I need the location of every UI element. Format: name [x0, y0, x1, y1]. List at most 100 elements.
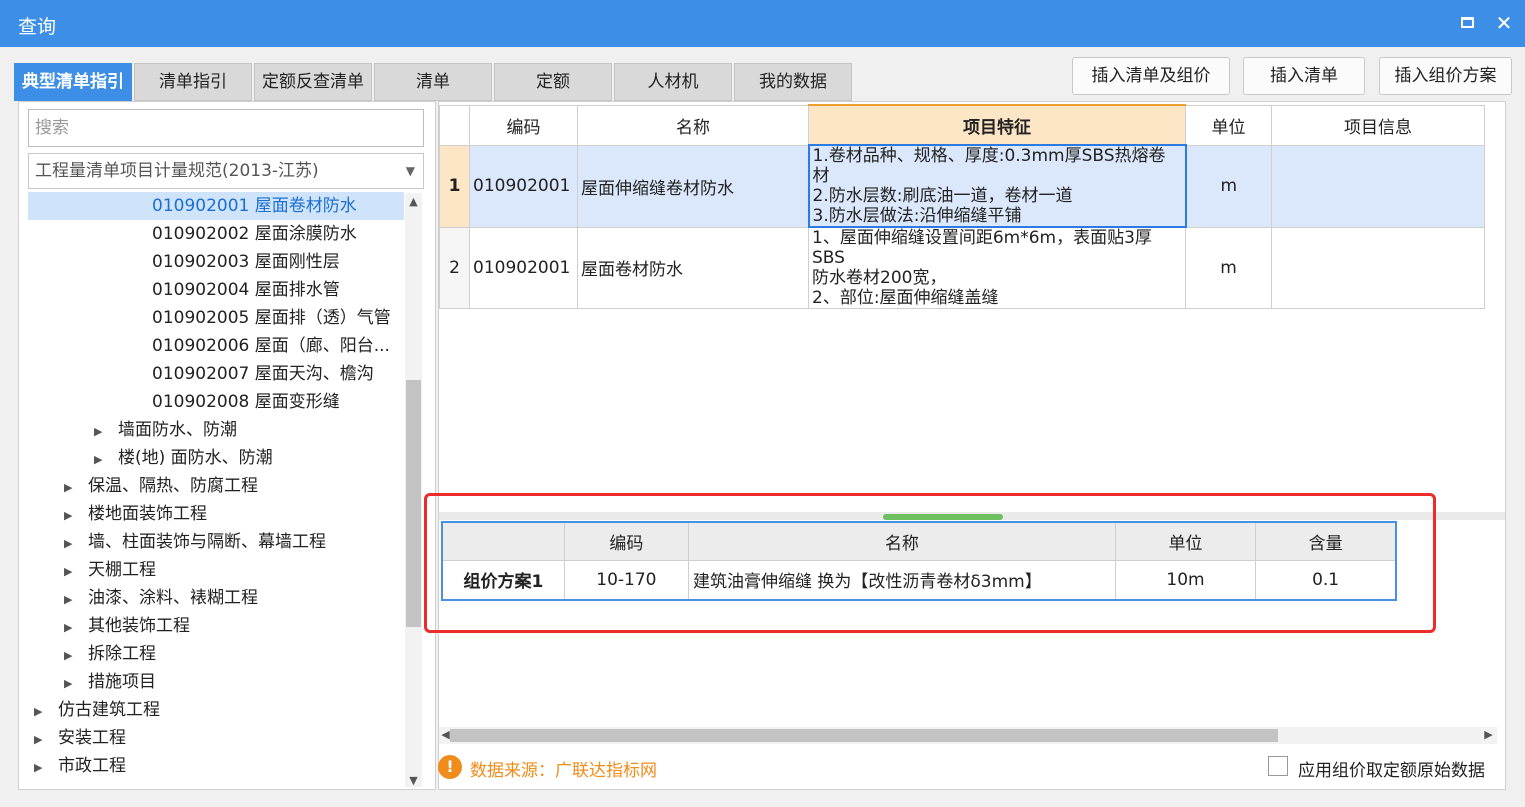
tree-item[interactable]: ▶ 安装工程 — [28, 724, 404, 752]
expand-arrow-icon[interactable]: ▶ — [64, 474, 78, 502]
cell-name[interactable]: 屋面伸缩缝卷材防水 — [577, 144, 809, 228]
tree-item[interactable]: 010902008 屋面变形缝 — [28, 388, 404, 416]
expand-arrow-icon[interactable]: ▶ — [64, 530, 78, 558]
tree-item-label: 楼(地) 面防水、防潮 — [118, 448, 273, 468]
tab-list-guide[interactable]: 清单指引 — [134, 63, 252, 101]
table-row[interactable]: 1 010902001 屋面伸缩缝卷材防水 1.卷材品种、规格、厚度:0.3mm… — [439, 144, 1485, 228]
expand-arrow-icon[interactable]: ▶ — [64, 586, 78, 614]
tree-item[interactable]: ▶ 天棚工程 — [28, 556, 404, 584]
cell-feature[interactable]: 1.卷材品种、规格、厚度:0.3mm厚SBS热熔卷材 2.防水层数:刷底油一道，… — [807, 144, 1187, 228]
insert-price-plan-button[interactable]: 插入组价方案 — [1379, 57, 1512, 95]
tab-quota[interactable]: 定额 — [494, 63, 612, 101]
tree-item[interactable]: 010902003 屋面刚性层 — [28, 248, 404, 276]
search-input[interactable] — [28, 109, 424, 147]
expand-arrow-icon[interactable]: ▶ — [64, 502, 78, 530]
tree-item[interactable]: ▶ 墙、柱面装饰与隔断、幕墙工程 — [28, 528, 404, 556]
tree-item[interactable]: 010902007 屋面天沟、檐沟 — [28, 360, 404, 388]
tree-item[interactable]: 010902006 屋面（廊、阳台... — [28, 332, 404, 360]
cell-info[interactable] — [1271, 226, 1485, 309]
insert-list-and-price-button[interactable]: 插入清单及组价 — [1072, 57, 1230, 95]
tree-item-label: 010902003 屋面刚性层 — [152, 252, 340, 272]
tab-my-data[interactable]: 我的数据 — [734, 63, 852, 101]
cell-name[interactable]: 屋面卷材防水 — [577, 226, 809, 309]
tree-item[interactable]: ▶ 措施项目 — [28, 668, 404, 696]
tree-item[interactable]: 010902004 屋面排水管 — [28, 276, 404, 304]
tab-labor-material-machine[interactable]: 人材机 — [614, 63, 732, 101]
scroll-right-icon[interactable]: ▶ — [1480, 728, 1497, 741]
tree-item[interactable]: ▶ 保温、隔热、防腐工程 — [28, 472, 404, 500]
header-name: 名称 — [577, 104, 809, 146]
header-code: 编码 — [469, 104, 578, 146]
tree-item[interactable]: ▶ 油漆、涂料、裱糊工程 — [28, 584, 404, 612]
category-tree: 010902001 屋面卷材防水 010902002 屋面涂膜防水 01090200… — [28, 192, 404, 780]
tree-item[interactable]: ▶ 楼(地) 面防水、防潮 — [28, 444, 404, 472]
expand-arrow-icon[interactable]: ▶ — [34, 698, 48, 726]
highlight-annotation — [424, 493, 1436, 633]
close-button[interactable]: ✕ — [1491, 10, 1517, 36]
tree-item[interactable]: ▶ 市政工程 — [28, 752, 404, 780]
expand-arrow-icon[interactable]: ▶ — [64, 614, 78, 642]
tree-item-label: 其他装饰工程 — [88, 616, 190, 636]
feature-line: 2.防水层数:刷底油一道，卷材一道 — [812, 186, 1073, 206]
cell-unit[interactable]: m — [1185, 226, 1272, 309]
tree-item-label: 安装工程 — [58, 728, 126, 748]
tree-item-label: 010902002 屋面涂膜防水 — [152, 224, 357, 244]
close-icon: ✕ — [1495, 11, 1513, 35]
tree-item[interactable]: 010902002 屋面涂膜防水 — [28, 220, 404, 248]
row-number: 1 — [439, 144, 470, 228]
tree-item-label: 010902007 屋面天沟、檐沟 — [152, 364, 374, 384]
feature-line: 防水卷材200宽， — [812, 268, 947, 288]
expand-arrow-icon[interactable]: ▶ — [34, 726, 48, 754]
tree-item[interactable]: ▶ 楼地面装饰工程 — [28, 500, 404, 528]
tree-item-label: 拆除工程 — [88, 644, 156, 664]
spec-select[interactable]: 工程量清单项目计量规范(2013-江苏) ▼ — [28, 153, 424, 189]
header-unit: 单位 — [1185, 104, 1272, 146]
feature-line: 1、屋面伸缩缝设置间距6m*6m，表面贴3厚SBS — [812, 228, 1152, 268]
horizontal-scrollbar-thumb[interactable] — [450, 729, 1278, 742]
info-icon: ! — [438, 755, 462, 779]
tree-item[interactable]: ▶ 其他装饰工程 — [28, 612, 404, 640]
maximize-icon — [1461, 17, 1474, 28]
insert-list-button[interactable]: 插入清单 — [1243, 57, 1365, 95]
data-source-text: 数据来源：广联达指标网 — [470, 761, 657, 781]
cell-code[interactable]: 010902001 — [469, 226, 578, 309]
row-number: 2 — [439, 226, 470, 309]
tree-item[interactable]: ▶ 仿古建筑工程 — [28, 696, 404, 724]
expand-arrow-icon[interactable]: ▶ — [64, 642, 78, 670]
tab-quota-reverse-lookup[interactable]: 定额反查清单 — [254, 63, 372, 101]
expand-arrow-icon[interactable]: ▶ — [64, 558, 78, 586]
tree-scrollbar-thumb[interactable] — [406, 380, 421, 627]
tree-item-label: 仿古建筑工程 — [58, 700, 160, 720]
tree-item[interactable]: ▶ 墙面防水、防潮 — [28, 416, 404, 444]
header-info: 项目信息 — [1271, 104, 1485, 146]
tree-item[interactable]: ▶ 拆除工程 — [28, 640, 404, 668]
tree-item[interactable]: 010902005 屋面排（透）气管 — [28, 304, 404, 332]
tree-item[interactable]: 010902001 屋面卷材防水 — [28, 192, 404, 220]
tree-item-label: 010902004 屋面排水管 — [152, 280, 340, 300]
table-row[interactable]: 2 010902001 屋面卷材防水 1、屋面伸缩缝设置间距6m*6m，表面贴3… — [439, 226, 1485, 309]
apply-original-data-label[interactable]: 应用组价取定额原始数据 — [1298, 756, 1485, 781]
expand-arrow-icon[interactable]: ▶ — [94, 446, 108, 474]
title-bar: 查询 ✕ — [0, 0, 1525, 47]
tab-list[interactable]: 清单 — [374, 63, 492, 101]
tree-item-label: 墙、柱面装饰与隔断、幕墙工程 — [88, 532, 326, 552]
expand-arrow-icon[interactable]: ▶ — [34, 754, 48, 782]
scroll-down-icon[interactable]: ▼ — [405, 774, 422, 787]
apply-original-data-checkbox[interactable] — [1268, 756, 1288, 776]
cell-unit[interactable]: m — [1185, 144, 1272, 228]
maximize-button[interactable] — [1455, 10, 1481, 36]
expand-arrow-icon[interactable]: ▶ — [64, 670, 78, 698]
scroll-up-icon[interactable]: ▲ — [405, 195, 422, 208]
tree-item-label: 010902001 屋面卷材防水 — [152, 196, 357, 216]
list-table: 编码 名称 项目特征 单位 项目信息 1 010902001 屋面伸缩缝卷材防水… — [439, 104, 1485, 309]
tree-item-label: 楼地面装饰工程 — [88, 504, 207, 524]
tree-item-label: 市政工程 — [58, 756, 126, 776]
expand-arrow-icon[interactable]: ▶ — [94, 418, 108, 446]
feature-line: 2、部位:屋面伸缩缝盖缝 — [812, 288, 999, 308]
window-title: 查询 — [18, 16, 57, 38]
cell-code[interactable]: 010902001 — [469, 144, 578, 228]
chevron-down-icon: ▼ — [405, 164, 415, 178]
tab-typical-list-guide[interactable]: 典型清单指引 — [14, 63, 132, 101]
cell-feature[interactable]: 1、屋面伸缩缝设置间距6m*6m，表面贴3厚SBS 防水卷材200宽， 2、部位… — [808, 226, 1186, 309]
cell-info[interactable] — [1271, 144, 1485, 228]
